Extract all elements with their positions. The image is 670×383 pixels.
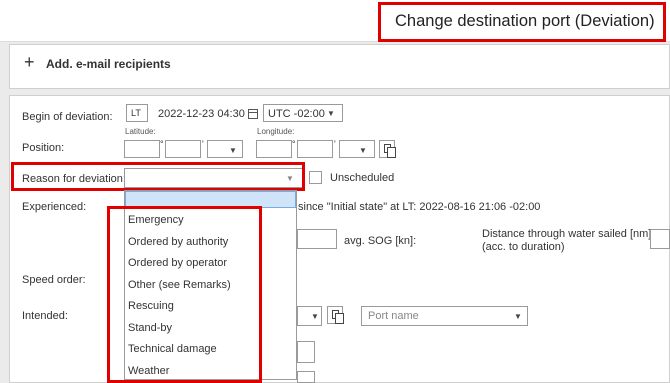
speed-order-label: Speed order: [22,274,86,286]
latitude-label: Latitude: [125,127,156,136]
degree-symbol: ° [160,139,164,149]
page-title: Change destination port (Deviation) [395,12,655,30]
distance-field[interactable] [650,229,670,249]
copy-position-icon[interactable] [379,140,396,158]
add-email-recipients-label[interactable]: Add. e-mail recipients [46,57,171,71]
reason-highlight-box [11,162,305,191]
longitude-minutes-field[interactable] [297,140,333,158]
intended-label: Intended: [22,310,68,322]
longitude-degrees-field[interactable] [256,140,292,158]
experienced-label: Experienced: [22,201,87,213]
minute-symbol: ' [334,139,336,149]
calendar-icon[interactable] [248,109,258,119]
chevron-down-icon[interactable]: ▼ [311,312,319,321]
port-name-placeholder: Port name [368,310,419,322]
experienced-value-field[interactable] [297,229,337,249]
chevron-down-icon[interactable]: ▼ [229,146,237,155]
chevron-down-icon[interactable]: ▼ [514,312,522,321]
unscheduled-checkbox[interactable] [309,171,322,184]
longitude-hemisphere-select[interactable] [339,140,375,158]
begin-of-deviation-label: Begin of deviation: [22,111,113,123]
lt-badge-label: LT [131,108,141,118]
distance-note: (acc. to duration) [482,241,565,253]
options-highlight-box [107,206,262,383]
distance-label: Distance through water sailed [nm]: [482,228,655,240]
chevron-down-icon[interactable]: ▼ [327,109,335,118]
copy-icon[interactable] [327,306,344,324]
chevron-down-icon[interactable]: ▼ [359,146,367,155]
latitude-hemisphere-select[interactable] [207,140,243,158]
intended-extra-field-2[interactable] [297,371,315,383]
unscheduled-label: Unscheduled [330,172,395,184]
minute-symbol: ' [202,139,204,149]
experienced-info: since "Initial state" at LT: 2022-08-16 … [298,201,541,213]
intended-extra-field[interactable] [297,341,315,363]
avg-sog-label: avg. SOG [kn]: [344,235,417,247]
degree-symbol: ° [292,139,296,149]
longitude-label: Longitude: [257,127,295,136]
begin-datetime-value[interactable]: 2022-12-23 04:30 [158,108,245,120]
latitude-minutes-field[interactable] [165,140,201,158]
plus-icon[interactable]: + [24,53,35,71]
latitude-degrees-field[interactable] [124,140,160,158]
position-label: Position: [22,142,65,154]
utc-offset-value: UTC -02:00 [268,108,325,120]
